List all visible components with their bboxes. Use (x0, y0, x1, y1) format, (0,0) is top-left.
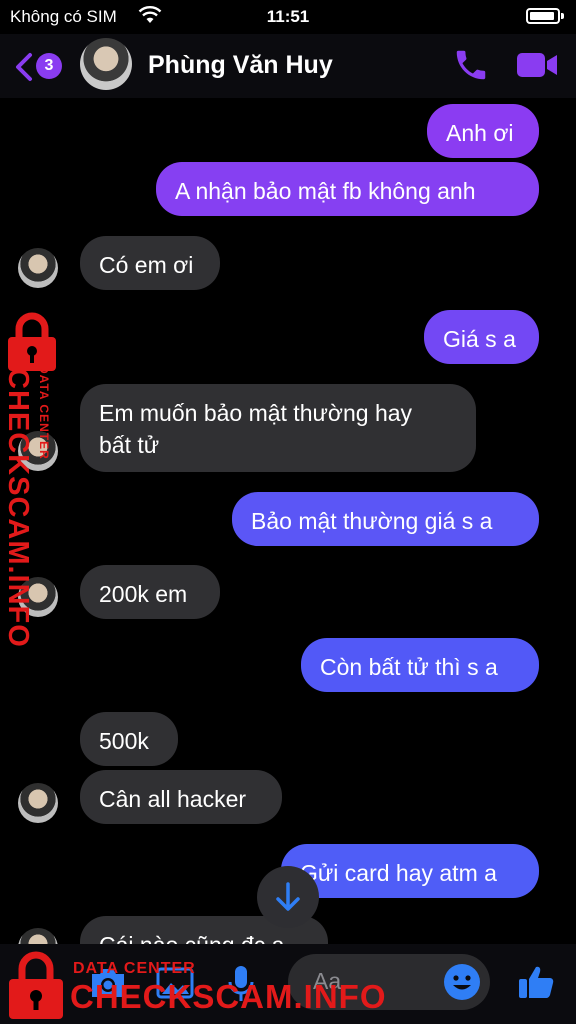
emoji-icon[interactable] (444, 964, 480, 1000)
message-bubble-incoming[interactable]: Có em ơi (80, 236, 220, 290)
battery-icon (526, 8, 564, 24)
watermark-brand: CHECKSCAM.INFO (70, 978, 387, 1015)
watermark-tagline: DATA CENTER (73, 960, 196, 977)
message-line: Em muốn bảo mật thường hay (99, 400, 413, 426)
message-bubble-outgoing[interactable]: Anh ơi (427, 104, 539, 158)
watermark-tagline-vertical: DATA CENTER (37, 365, 51, 460)
contact-name[interactable]: Phùng Văn Huy (148, 51, 333, 80)
message-bubble-outgoing[interactable]: Bảo mật thường giá s a (232, 492, 539, 546)
message-line: bất tử (99, 432, 160, 458)
message-bubble-incoming[interactable]: 200k em (80, 565, 220, 619)
arrow-down-icon (276, 882, 300, 911)
unread-badge[interactable]: 3 (36, 53, 62, 79)
message-bubble-outgoing[interactable]: Còn bất tử thì s a (301, 638, 539, 692)
thumbs-up-icon[interactable] (516, 962, 556, 1002)
message-bubble-outgoing[interactable]: Gửi card hay atm a (281, 844, 539, 898)
status-bar: Không có SIM 11:51 (0, 0, 576, 34)
lock-logo-icon (9, 951, 63, 1019)
contact-avatar[interactable] (80, 38, 132, 90)
message-bubble-incoming[interactable]: Cân all hacker (80, 770, 282, 824)
message-bubble-outgoing[interactable]: A nhận bảo mật fb không anh (156, 162, 539, 216)
scroll-down-button[interactable] (257, 866, 319, 928)
message-bubble-incoming[interactable]: Em muốn bảo mật thường hay bất tử (80, 384, 476, 472)
watermark-brand-vertical: CHECKSCAM.INFO (2, 368, 34, 648)
message-bubble-outgoing[interactable]: Giá s a (424, 310, 539, 364)
video-call-icon[interactable] (514, 50, 560, 80)
message-bubble-incoming[interactable]: 500k (80, 712, 178, 766)
sender-avatar[interactable] (18, 248, 58, 288)
chat-header: 3 Phùng Văn Huy (0, 34, 576, 98)
sender-avatar[interactable] (18, 783, 58, 823)
phone-icon[interactable] (452, 46, 490, 84)
lock-logo-icon (8, 312, 56, 371)
clock: 11:51 (266, 7, 310, 26)
